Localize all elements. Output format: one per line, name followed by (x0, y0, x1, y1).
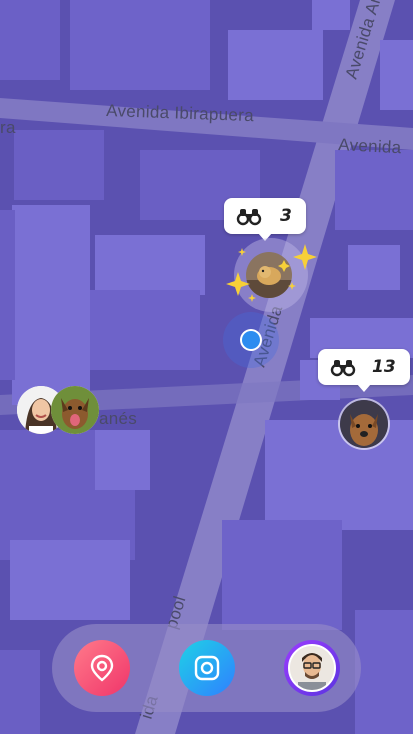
sparkle-icon (226, 244, 317, 302)
bottom-dock (52, 624, 361, 712)
cluster-bubble-right[interactable]: 13 (318, 349, 410, 392)
street-label-lower-left-partial: anés (99, 409, 137, 428)
camera-icon (194, 655, 220, 681)
profile-button[interactable] (284, 640, 340, 696)
dog-photo-image (340, 400, 388, 448)
current-location-marker (223, 312, 279, 368)
binoculars-icon (236, 205, 262, 227)
map-screen: Avenida Ibirapuera ra Avenida Avenida Ar… (0, 0, 413, 734)
street-label-left-partial: ra (0, 118, 16, 137)
map-pin-icon (90, 654, 114, 682)
dog-photo-image (51, 386, 99, 434)
camera-button[interactable] (179, 640, 235, 696)
binoculars-icon (330, 356, 356, 378)
map-button[interactable] (74, 640, 130, 696)
dog-photo-pin-left[interactable] (51, 386, 99, 434)
street-label-right-partial: Avenida (338, 135, 402, 157)
dog-photo-pin-right[interactable] (340, 400, 388, 448)
cluster-bubble-center[interactable]: 3 (224, 198, 306, 241)
profile-avatar (288, 644, 336, 692)
cluster-count: 3 (280, 206, 292, 226)
location-dot-icon (242, 331, 260, 349)
cluster-count: 13 (372, 357, 396, 377)
